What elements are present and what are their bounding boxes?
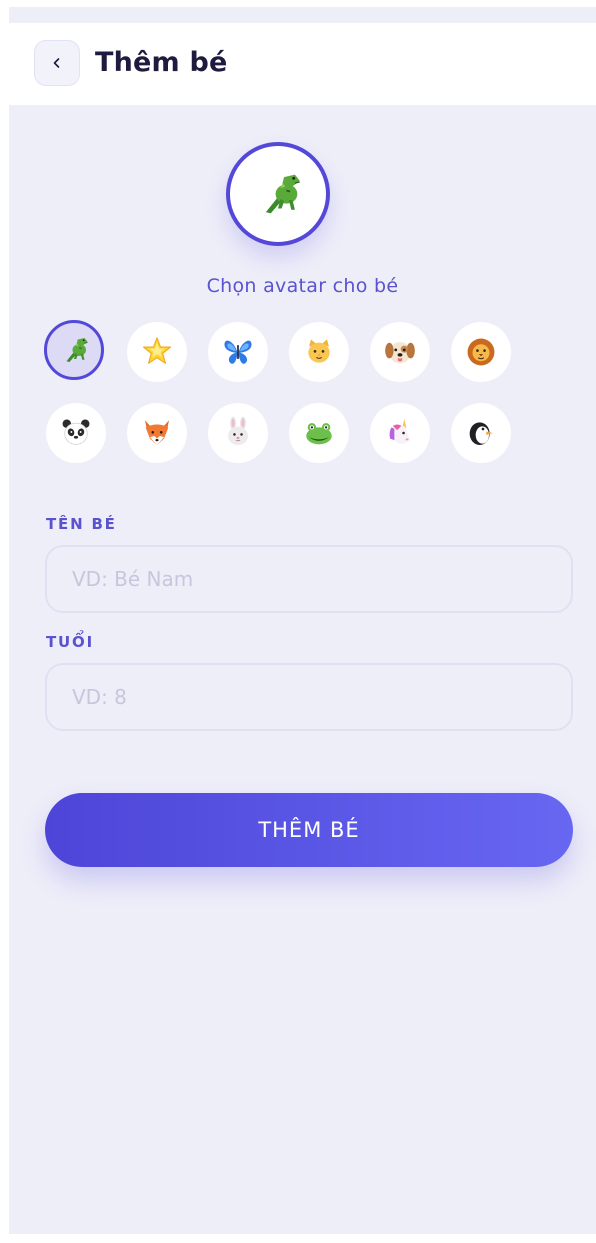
- butterfly-icon: [221, 335, 255, 369]
- avatar-picker-caption: Chọn avatar cho bé: [206, 275, 399, 297]
- avatar-option-frog[interactable]: [289, 403, 349, 463]
- dinosaur-icon: [56, 332, 92, 368]
- avatar-option-cat[interactable]: [289, 322, 349, 382]
- star-icon: [140, 335, 174, 369]
- rabbit-icon: [221, 416, 255, 450]
- unicorn-icon: [383, 416, 417, 450]
- avatar-option-panda[interactable]: [46, 403, 106, 463]
- avatar-option-dinosaur[interactable]: [44, 320, 104, 380]
- screen: Thêm bé Chọn avatar cho bé TÊN BÉ VD: Bé…: [9, 7, 596, 1234]
- penguin-icon: [465, 417, 497, 449]
- avatar-option-dog[interactable]: [370, 322, 430, 382]
- lion-icon: [464, 335, 498, 369]
- avatar-option-star[interactable]: [127, 322, 187, 382]
- avatar-option-rabbit[interactable]: [208, 403, 268, 463]
- avatar-option-fox[interactable]: [127, 403, 187, 463]
- avatar-option-penguin[interactable]: [451, 403, 511, 463]
- fox-icon: [140, 416, 174, 450]
- page-title: Thêm bé: [95, 47, 228, 78]
- avatar-option-butterfly[interactable]: [208, 322, 268, 382]
- frog-icon: [302, 416, 336, 450]
- back-button[interactable]: [34, 40, 80, 86]
- name-field[interactable]: [45, 545, 573, 613]
- panda-icon: [59, 416, 93, 450]
- chevron-left-icon: [50, 56, 64, 70]
- age-field[interactable]: [45, 663, 573, 731]
- avatar-option-lion[interactable]: [451, 322, 511, 382]
- dinosaur-icon: [249, 165, 307, 223]
- selected-avatar-preview: [226, 142, 330, 246]
- add-child-button[interactable]: THÊM BÉ: [45, 793, 573, 867]
- header: Thêm bé: [9, 23, 596, 105]
- name-field-label: TÊN BÉ: [46, 515, 117, 533]
- dog-icon: [383, 335, 417, 369]
- cat-icon: [303, 336, 335, 368]
- age-field-label: TUỔI: [46, 633, 94, 651]
- avatar-option-unicorn[interactable]: [370, 403, 430, 463]
